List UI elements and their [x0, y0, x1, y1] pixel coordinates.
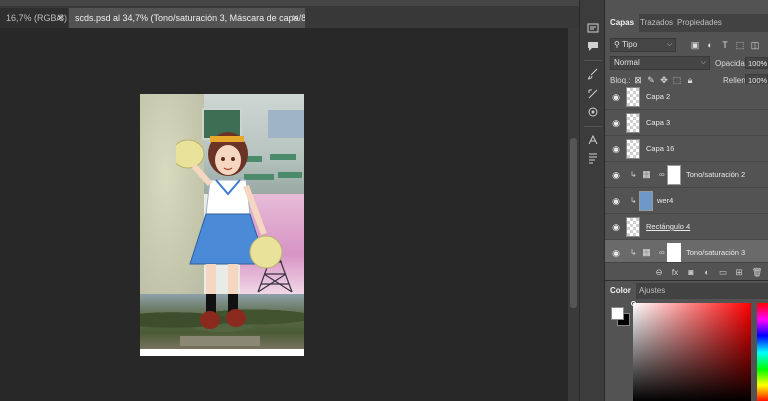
layer-filter-row: ⚲ Tipo ⌵ ▣ ◐ T ⬚ ◫	[605, 36, 768, 54]
comments-icon[interactable]	[587, 40, 599, 52]
layer-row[interactable]: ◉ ↳ ▦ ∞ Tono/saturación 2	[605, 162, 768, 188]
chevron-down-icon: ⌵	[666, 41, 672, 48]
layer-row[interactable]: ◉ ↳ wer4	[605, 188, 768, 214]
clipping-mask-icon: ↳	[630, 248, 637, 257]
layer-name: Tono/saturación 2	[686, 170, 746, 179]
paragraph-icon[interactable]	[587, 152, 599, 164]
layer-row[interactable]: ◉ Capa 16	[605, 136, 768, 162]
adjust-brush-icon[interactable]	[587, 88, 599, 100]
chevron-down-icon: ⌵	[700, 59, 706, 66]
document-canvas[interactable]	[140, 94, 304, 356]
eye-icon[interactable]: ◉	[611, 144, 621, 154]
hue-saturation-icon: ▦	[642, 247, 651, 257]
layer-row[interactable]: ◉ Capa 3	[605, 110, 768, 136]
layers-panel: Capas Trazados Propiedades ⚲ Tipo ⌵ ▣ ◐ …	[605, 0, 768, 280]
layer-filter-select[interactable]: ⚲ Tipo ⌵	[610, 38, 676, 52]
layer-name: wer4	[657, 196, 674, 205]
separator	[584, 60, 602, 61]
eye-icon[interactable]: ◉	[611, 222, 621, 232]
layer-row[interactable]: ◉ Rectángulo 4	[605, 214, 768, 240]
layer-name: Capa 2	[646, 92, 671, 101]
close-icon[interactable]: ✕	[291, 8, 299, 28]
canvas-cheerleader-figure	[176, 132, 283, 329]
filter-smart-object-icon[interactable]: ◫	[750, 40, 760, 50]
layers-list: ◉ Capa 2 ◉ Capa 3 ◉ Capa 16 ◉ ↳ ▦ ∞ Tono…	[605, 84, 768, 266]
vertical-scrollbar[interactable]	[568, 28, 579, 401]
layer-thumbnail	[626, 139, 640, 159]
color-panel-tabs: Color Ajustes	[605, 283, 768, 299]
clone-source-icon[interactable]	[587, 106, 599, 118]
eye-icon[interactable]: ◉	[611, 248, 621, 258]
search-icon: ⚲	[614, 40, 622, 49]
eye-icon[interactable]: ◉	[611, 118, 621, 128]
link-icon[interactable]: ∞	[659, 247, 665, 258]
add-mask-icon[interactable]: ◙	[685, 266, 697, 278]
eye-icon[interactable]: ◉	[611, 92, 621, 102]
eye-icon[interactable]: ◉	[611, 196, 621, 206]
layer-mask-thumbnail[interactable]	[667, 243, 681, 263]
foreground-color-swatch[interactable]	[611, 307, 624, 320]
hue-saturation-icon: ▦	[642, 169, 651, 179]
hue-slider[interactable]	[757, 303, 768, 401]
layers-footer-toolbar: ⊖ fx ◙ ◐ ▭ ⊞ 🗑︎	[605, 262, 768, 280]
color-picker-field[interactable]	[633, 303, 751, 401]
layer-thumbnail	[626, 87, 640, 107]
character-icon[interactable]	[587, 134, 599, 146]
filter-shape-icon[interactable]: ⬚	[735, 40, 745, 50]
history-icon[interactable]	[587, 22, 599, 34]
layer-name: Capa 16	[646, 144, 675, 153]
layer-thumbnail	[626, 217, 640, 237]
panel-icon-strip	[579, 0, 605, 401]
layer-name: Rectángulo 4	[646, 222, 691, 231]
tabbar-top-strip	[0, 0, 579, 6]
link-icon[interactable]: ∞	[659, 169, 665, 180]
scrollbar-thumb[interactable]	[570, 138, 577, 308]
tab-label: scds.psd al 34,7% (Tono/saturación 3, Má…	[75, 13, 305, 23]
layer-mask-thumbnail[interactable]	[667, 165, 681, 185]
tab-capas[interactable]: Capas	[605, 14, 640, 32]
opacity-input[interactable]: 100%	[745, 57, 768, 69]
layer-thumbnail	[639, 191, 653, 211]
close-icon[interactable]: ✕	[56, 8, 64, 28]
trash-icon[interactable]: 🗑︎	[751, 266, 763, 278]
tab-color[interactable]: Color	[605, 283, 636, 299]
clipping-mask-icon: ↳	[630, 170, 637, 179]
layer-style-icon[interactable]: fx	[669, 266, 681, 278]
tab-ajustes[interactable]: Ajustes	[634, 283, 670, 299]
eye-icon[interactable]: ◉	[611, 170, 621, 180]
filter-type-value: Tipo	[621, 40, 638, 49]
layer-name: Capa 3	[646, 118, 671, 127]
brush-icon[interactable]	[587, 68, 599, 80]
new-adjustment-icon[interactable]: ◐	[701, 266, 713, 278]
layer-thumbnail	[626, 113, 640, 133]
link-layers-icon[interactable]: ⊖	[653, 266, 665, 278]
document-tab-bar: 16,7% (RGB/8) * ✕ scds.psd al 34,7% (Ton…	[0, 0, 579, 28]
filter-adjustment-icon[interactable]: ◐	[705, 40, 715, 50]
layer-row[interactable]: ◉ Capa 2	[605, 84, 768, 110]
tab-document-2[interactable]: scds.psd al 34,7% (Tono/saturación 3, Má…	[69, 8, 305, 28]
tab-propiedades[interactable]: Propiedades	[672, 14, 727, 32]
new-layer-icon[interactable]: ⊞	[733, 266, 745, 278]
blend-mode-select[interactable]: Normal ⌵	[610, 56, 710, 70]
layers-panel-tabs: Capas Trazados Propiedades	[605, 14, 768, 32]
blend-mode-value: Normal	[614, 58, 640, 67]
canvas-bottom-strip	[140, 349, 304, 356]
clipping-mask-icon: ↳	[630, 196, 637, 205]
color-panel: Color Ajustes	[605, 280, 768, 401]
new-group-icon[interactable]: ▭	[717, 266, 729, 278]
tab-document-1[interactable]: 16,7% (RGB/8) * ✕	[0, 8, 68, 28]
filter-pixel-icon[interactable]: ▣	[690, 40, 700, 50]
color-picker-marker[interactable]	[631, 301, 636, 306]
filter-type-icon[interactable]: T	[720, 40, 730, 50]
layer-name: Tono/saturación 3	[686, 248, 746, 257]
separator	[584, 126, 602, 127]
